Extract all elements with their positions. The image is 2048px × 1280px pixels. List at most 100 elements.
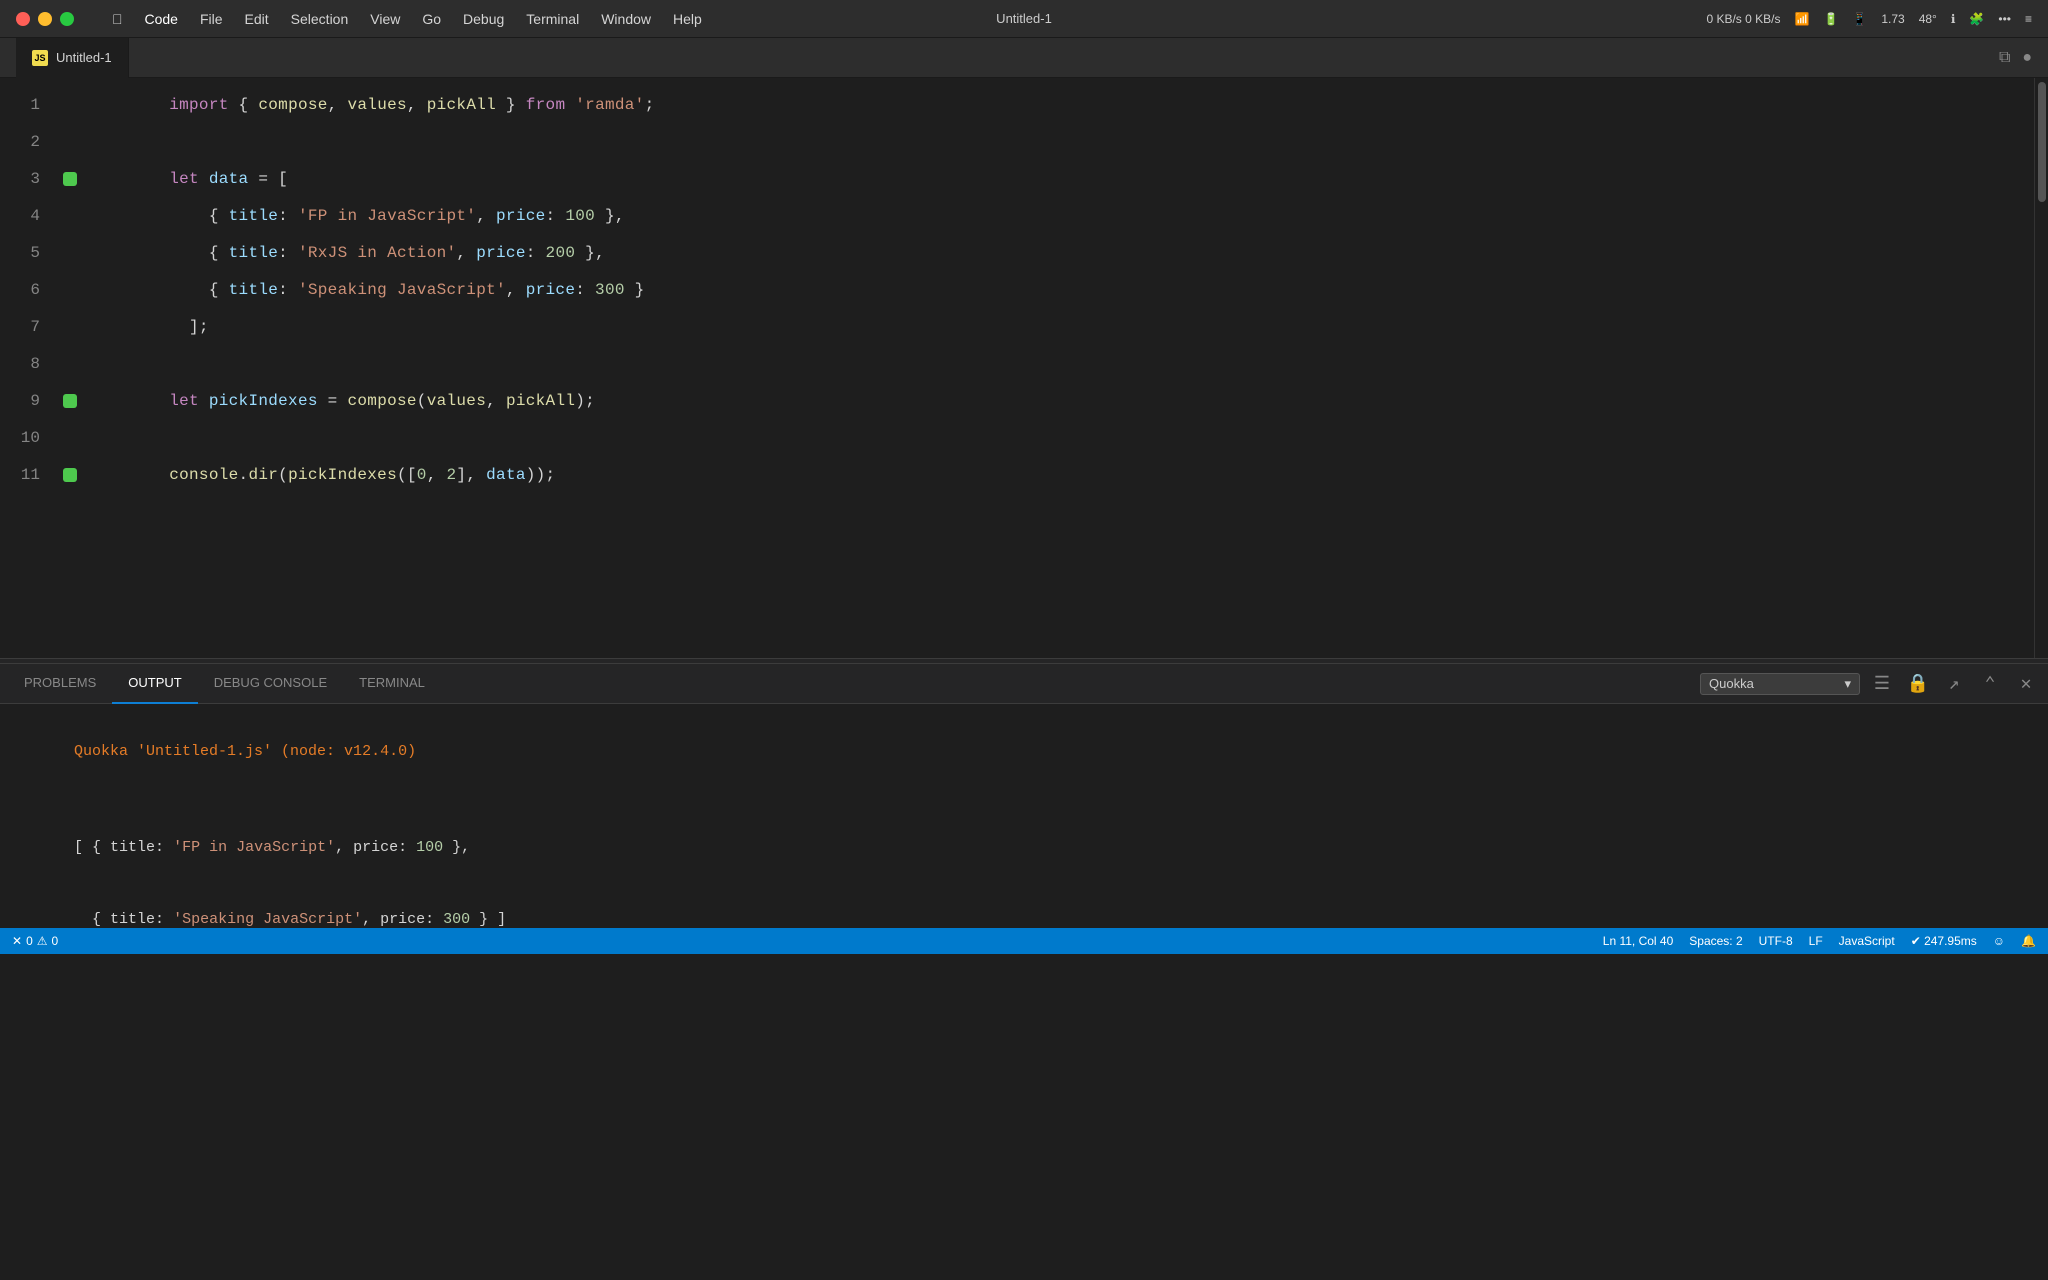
indentation[interactable]: Spaces: 2: [1689, 934, 1742, 948]
editor-area: 1 import { compose, values, pickAll } fr…: [0, 78, 2048, 658]
line-content-11: console.dir(pickIndexes([0, 2], data));: [80, 448, 555, 502]
menu-file[interactable]: File: [190, 9, 233, 29]
cursor-position[interactable]: Ln 11, Col 40: [1603, 934, 1674, 948]
line-number-11: 11: [0, 466, 60, 484]
line-number-7: 7: [0, 318, 60, 336]
tab-problems[interactable]: PROBLEMS: [8, 664, 112, 704]
dropdown-value: Quokka: [1709, 676, 1754, 691]
line-number-9: 9: [0, 392, 60, 410]
tab-debug-console[interactable]: DEBUG CONSOLE: [198, 664, 343, 704]
chevron-down-icon: ▾: [1844, 676, 1851, 692]
smiley-icon: ☺: [1993, 934, 2005, 948]
lock-icon[interactable]: 🔒: [1904, 670, 1932, 698]
line-number-6: 6: [0, 281, 60, 299]
line-number-2: 2: [0, 133, 60, 151]
line-number-10: 10: [0, 429, 60, 447]
extension-icon: 🧩: [1969, 12, 1984, 26]
battery-icon: 🔋: [1823, 12, 1838, 26]
error-status[interactable]: ✕ 0 ⚠ 0: [12, 934, 58, 948]
code-line-1: 1 import { compose, values, pickAll } fr…: [0, 86, 2034, 123]
statusbar: ✕ 0 ⚠ 0 Ln 11, Col 40 Spaces: 2 UTF-8 LF…: [0, 928, 2048, 954]
tab-output[interactable]: OUTPUT: [112, 664, 197, 704]
panel-tabs: PROBLEMS OUTPUT DEBUG CONSOLE TERMINAL Q…: [0, 664, 2048, 704]
code-line-9: 9 let pickIndexes = compose(values, pick…: [0, 382, 2034, 419]
traffic-lights: [16, 12, 74, 26]
gutter-9: [60, 394, 80, 408]
info-icon: ℹ: [1951, 12, 1956, 26]
line-number-5: 5: [0, 244, 60, 262]
output-line-3: [ { title: 'FP in JavaScript', price: 10…: [20, 812, 2028, 884]
code-line-11: 11 console.dir(pickIndexes([0, 2], data)…: [0, 456, 2034, 493]
language-mode[interactable]: JavaScript: [1839, 934, 1895, 948]
warning-count: 0: [52, 934, 59, 948]
gutter-3: [60, 172, 80, 186]
list-icon: ≡: [2025, 12, 2032, 26]
warning-icon: ⚠: [37, 934, 48, 948]
breakpoint-9: [63, 394, 77, 408]
network-status: 0 KB/s 0 KB/s: [1706, 12, 1780, 26]
titlebar-left:  Code File Edit Selection View Go Debug…: [16, 9, 712, 29]
tab-terminal[interactable]: TERMINAL: [343, 664, 441, 704]
output-quokka-label: Quokka 'Untitled-1.js' (node: v12.4.0): [74, 743, 416, 760]
quokka-status[interactable]: ✔ 247.95ms: [1911, 934, 1977, 948]
titlebar:  Code File Edit Selection View Go Debug…: [0, 0, 2048, 38]
menu-window[interactable]: Window: [591, 9, 661, 29]
menu-selection[interactable]: Selection: [281, 9, 359, 29]
tab-label: Untitled-1: [56, 50, 112, 65]
code-line-6: 6 { title: 'Speaking JavaScript', price:…: [0, 271, 2034, 308]
more-icon: •••: [1998, 12, 2011, 26]
temp-label: 48°: [1919, 12, 1937, 26]
menu-view[interactable]: View: [360, 9, 410, 29]
statusbar-left: ✕ 0 ⚠ 0: [12, 934, 58, 948]
output-line-4: { title: 'Speaking JavaScript', price: 3…: [20, 884, 2028, 928]
minimize-button[interactable]: [38, 12, 52, 26]
phone-icon: 📱: [1852, 12, 1867, 26]
close-panel-icon[interactable]: ✕: [2012, 670, 2040, 698]
menu-bar:  Code File Edit Selection View Go Debug…: [102, 9, 712, 29]
panel-tab-actions: Quokka ▾ ☰ 🔒 ↗ ⌃ ✕: [1700, 670, 2040, 698]
more-actions-icon[interactable]: ●: [2022, 49, 2032, 67]
breakpoint-11: [63, 468, 77, 482]
notification-icon: 🔔: [2021, 934, 2036, 948]
menu-debug[interactable]: Debug: [453, 9, 514, 29]
error-count: 0: [26, 934, 33, 948]
editor-scrollbar[interactable]: [2034, 78, 2048, 658]
panel-content: Quokka 'Untitled-1.js' (node: v12.4.0) […: [0, 704, 2048, 928]
clear-output-icon[interactable]: ☰: [1868, 670, 1896, 698]
gutter-11: [60, 468, 80, 482]
code-editor[interactable]: 1 import { compose, values, pickAll } fr…: [0, 78, 2034, 658]
bottom-panel: PROBLEMS OUTPUT DEBUG CONSOLE TERMINAL Q…: [0, 664, 2048, 928]
menu-help[interactable]: Help: [663, 9, 712, 29]
close-button[interactable]: [16, 12, 30, 26]
output-channel-dropdown[interactable]: Quokka ▾: [1700, 673, 1860, 695]
line-number-1: 1: [0, 96, 60, 114]
menu-code[interactable]: Code: [135, 9, 188, 29]
scrollbar-thumb[interactable]: [2038, 82, 2046, 202]
tab-actions: ⧉ ●: [1999, 49, 2032, 67]
collapse-icon[interactable]: ⌃: [1976, 670, 2004, 698]
maximize-button[interactable]: [60, 12, 74, 26]
menu-go[interactable]: Go: [412, 9, 451, 29]
line-number-8: 8: [0, 355, 60, 373]
output-line-1: Quokka 'Untitled-1.js' (node: v12.4.0): [20, 716, 2028, 788]
tabbar: JS Untitled-1 ⧉ ●: [0, 38, 2048, 78]
line-number-4: 4: [0, 207, 60, 225]
line-ending[interactable]: LF: [1809, 934, 1823, 948]
statusbar-right: Ln 11, Col 40 Spaces: 2 UTF-8 LF JavaScr…: [1603, 934, 2036, 948]
version-label: 1.73: [1881, 12, 1904, 26]
file-tab[interactable]: JS Untitled-1: [16, 38, 129, 78]
code-line-7: 7 ];: [0, 308, 2034, 345]
export-icon[interactable]: ↗: [1940, 670, 1968, 698]
encoding[interactable]: UTF-8: [1759, 934, 1793, 948]
breakpoint-3: [63, 172, 77, 186]
menu-edit[interactable]: Edit: [235, 9, 279, 29]
js-icon: JS: [32, 50, 48, 66]
menu-terminal[interactable]: Terminal: [516, 9, 589, 29]
code-line-2: 2: [0, 123, 2034, 160]
wifi-icon: 📶: [1794, 12, 1809, 26]
line-number-3: 3: [0, 170, 60, 188]
error-icon: ✕: [12, 934, 22, 948]
titlebar-right: 0 KB/s 0 KB/s 📶 🔋 📱 1.73 48° ℹ 🧩 ••• ≡: [1706, 12, 2032, 26]
split-editor-icon[interactable]: ⧉: [1999, 49, 2010, 67]
menu-apple[interactable]: : [102, 9, 133, 29]
